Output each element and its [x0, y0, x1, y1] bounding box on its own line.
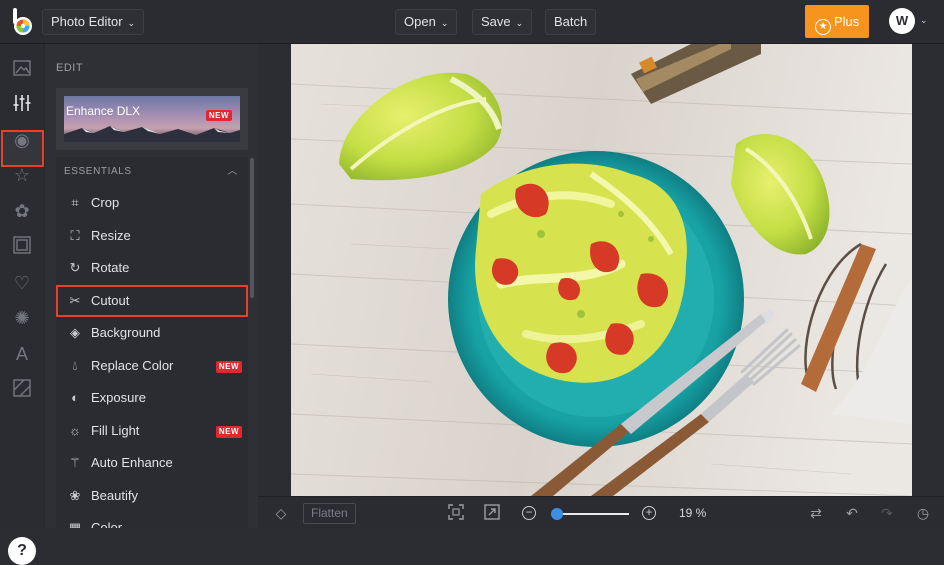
resize-icon: ⛶ — [70, 227, 80, 243]
undo-icon[interactable]: ↶ — [843, 504, 861, 522]
enhance-dlx-label: Enhance DLX — [66, 104, 141, 118]
open-label: Open — [404, 14, 436, 29]
flatten-button[interactable]: Flatten — [303, 503, 356, 524]
tool-color[interactable]: ▦ Color — [56, 512, 248, 528]
batch-button[interactable]: Batch — [545, 9, 597, 35]
history-icon[interactable]: ◷ — [914, 504, 932, 522]
essentials-list: ESSENTIALS ︿ ⌗ Crop ⛶ Resize ↻ Rotate ✂ … — [56, 157, 248, 528]
wand-icon: ⚚ — [69, 455, 81, 470]
tool-replace-color[interactable]: 💧︎ Replace Color NEW — [56, 350, 248, 383]
drop-icon: 💧︎ — [72, 357, 78, 373]
zoom-slider-track[interactable] — [555, 513, 629, 515]
star-icon[interactable]: ☆ — [11, 164, 33, 186]
photo-canvas[interactable] — [291, 44, 912, 496]
tool-label: Background — [91, 325, 161, 340]
tool-auto-enhance[interactable]: ⚚ Auto Enhance — [56, 447, 248, 480]
chevron-down-icon: ⌄ — [515, 17, 524, 28]
top-bar: Photo Editor ⌄ Open ⌄ Save ⌄ Batch ★ Plus W … — [0, 0, 944, 44]
zoom-slider-handle[interactable] — [551, 508, 563, 520]
exposure-icon: ◐ — [71, 390, 79, 405]
tool-label: Fill Light — [91, 422, 140, 438]
color-icon: ▦ — [68, 520, 82, 528]
sliders-icon[interactable] — [11, 93, 33, 115]
actual-size-icon[interactable] — [483, 504, 501, 524]
new-badge: NEW — [205, 110, 232, 121]
tool-crop[interactable]: ⌗ Crop — [56, 187, 248, 220]
tool-label: Auto Enhance — [91, 455, 173, 470]
edit-panel: EDIT Enhance DLX NEW ESSENTIALS ︿ ⌗ Crop… — [44, 44, 258, 528]
fit-screen-icon[interactable] — [447, 504, 465, 524]
star-icon: ★ — [815, 19, 831, 35]
chevron-down-icon: ⌄ — [440, 17, 449, 28]
texture-icon[interactable] — [11, 379, 33, 401]
flip-icon[interactable]: ⇄ — [807, 504, 825, 522]
tool-label: Resize — [91, 227, 131, 243]
panel-section-label: EDIT — [56, 62, 84, 74]
app-logo[interactable] — [10, 8, 36, 36]
rotate-icon: ↻ — [69, 260, 81, 275]
text-icon[interactable]: A — [11, 343, 33, 365]
tool-label: Rotate — [91, 260, 130, 275]
frame-icon[interactable] — [11, 236, 33, 258]
redo-icon: ↷ — [881, 505, 893, 521]
plus-upgrade-button[interactable]: ★ Plus — [805, 5, 869, 38]
shapes-icon[interactable]: ✿ — [11, 200, 33, 222]
tool-label: Crop — [91, 195, 120, 210]
layers-icon[interactable]: ◇ — [272, 504, 290, 522]
tool-rail: ◉ ☆ ✿ ♡ ✺ A ? — [0, 44, 44, 565]
bottom-toolbar: ◇ Flatten − + 19 % ⇄ ↶ ↷ ◷ — [258, 496, 944, 528]
tool-fill-light[interactable]: ☼ Fill Light NEW — [56, 415, 248, 448]
chevron-down-icon: ⌄ — [127, 17, 136, 28]
canvas-area[interactable] — [258, 44, 944, 496]
new-badge: NEW — [215, 360, 242, 373]
help-button[interactable]: ? — [8, 537, 36, 565]
heart-icon[interactable]: ♡ — [11, 272, 33, 294]
crop-icon: ⌗ — [71, 195, 79, 210]
open-menu-button[interactable]: Open ⌄ — [395, 9, 458, 35]
background-icon: ◈ — [70, 325, 80, 340]
tool-label: Replace Color — [91, 357, 174, 373]
flower-icon: ❀ — [69, 487, 81, 503]
essentials-label: ESSENTIALS — [64, 166, 132, 177]
app-title-dropdown[interactable]: Photo Editor ⌄ — [42, 9, 145, 35]
tool-exposure[interactable]: ◐ Exposure — [56, 382, 248, 415]
tool-label: Exposure — [91, 390, 146, 405]
avatar[interactable]: W — [889, 8, 915, 34]
zoom-in-button[interactable]: + — [642, 506, 656, 520]
essentials-header[interactable]: ESSENTIALS ︿ — [56, 157, 248, 187]
app-title: Photo Editor — [51, 14, 123, 29]
new-badge: NEW — [215, 425, 242, 438]
chevron-up-icon: ︿ — [227, 166, 238, 177]
batch-label: Batch — [554, 14, 588, 29]
tool-label: Beautify — [91, 487, 138, 503]
tool-resize[interactable]: ⛶ Resize — [56, 220, 248, 253]
badge-icon[interactable]: ✺ — [11, 307, 33, 329]
scissors-icon: ✂ — [69, 292, 81, 308]
chevron-down-icon[interactable]: ⌄ — [920, 15, 928, 26]
plus-label: Plus — [834, 14, 860, 29]
zoom-level: 19 % — [679, 506, 707, 520]
sun-icon: ☼ — [69, 422, 81, 438]
save-menu-button[interactable]: Save ⌄ — [472, 9, 533, 35]
tool-label: Color — [91, 520, 123, 528]
panel-scrollbar[interactable] — [250, 158, 254, 298]
tool-cutout[interactable]: ✂ Cutout — [56, 284, 248, 317]
zoom-out-button[interactable]: − — [522, 506, 536, 520]
image-icon[interactable] — [11, 59, 33, 81]
tool-rotate[interactable]: ↻ Rotate — [56, 252, 248, 285]
enhance-dlx-card[interactable]: Enhance DLX NEW — [56, 88, 248, 150]
tool-background[interactable]: ◈ Background — [56, 317, 248, 350]
eye-icon[interactable]: ◉ — [11, 129, 33, 151]
tool-label: Cutout — [91, 292, 130, 308]
save-label: Save — [481, 14, 511, 29]
tool-beautify[interactable]: ❀ Beautify — [56, 480, 248, 513]
